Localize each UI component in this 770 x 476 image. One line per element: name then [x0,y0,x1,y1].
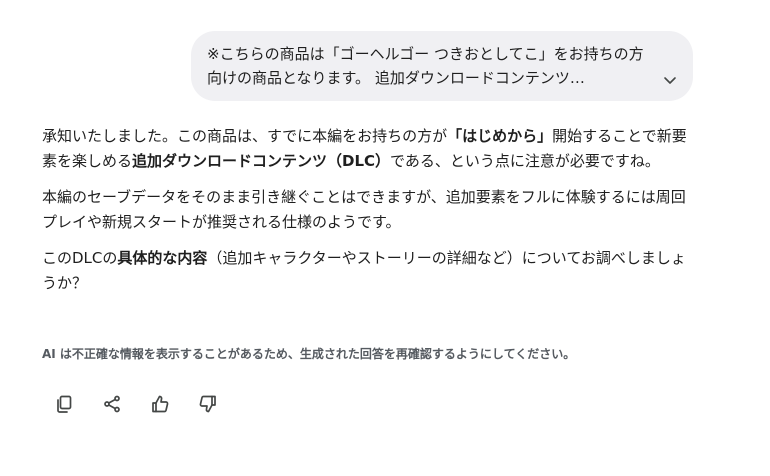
expand-message-button[interactable] [659,69,681,91]
response-text: である、という点に注意が必要ですね。 [390,151,660,170]
response-paragraph-3: このDLCの具体的な内容（追加キャラクターやストーリーの詳細など）についてお調べ… [42,246,692,295]
response-paragraph-2: 本編のセーブデータをそのまま引き継ぐことはできますが、追加要素をフルに体験するに… [42,188,686,231]
thumbs-down-button[interactable] [194,390,222,418]
thumbs-up-button[interactable] [146,390,174,418]
chevron-down-icon [664,77,676,84]
response-paragraph-1: 承知いたしました。この商品は、すでに本編をお持ちの方が「はじめから」開始すること… [42,124,692,173]
user-message-bubble: ※こちらの商品は「ゴーヘルゴー つきおとしてこ」をお持ちの方向けの商品となります… [191,31,693,101]
copy-icon [57,395,72,413]
thumbs-up-icon [152,395,169,413]
assistant-response: 承知いたしました。この商品は、すでに本編をお持ちの方が「はじめから」開始すること… [42,124,692,307]
response-text: このDLCの [42,249,118,267]
thumbs-down-icon [199,395,216,413]
response-bold-text: 具体的な内容 [117,249,208,267]
share-icon [104,395,120,413]
response-actions [50,390,242,418]
share-button[interactable] [98,390,126,418]
ai-disclaimer: AI は不正確な情報を表示することがあるため、生成された回答を再確認するようにし… [42,347,576,361]
copy-button[interactable] [50,390,78,418]
user-message-text: ※こちらの商品は「ゴーヘルゴー つきおとしてこ」をお持ちの方向けの商品となります… [207,45,644,87]
response-text: 承知いたしました。この商品は、すでに本編をお持ちの方が [42,127,448,145]
response-bold-text: 追加ダウンロードコンテンツ（DLC） [132,151,391,170]
response-bold-text: 「はじめから」 [447,127,553,145]
